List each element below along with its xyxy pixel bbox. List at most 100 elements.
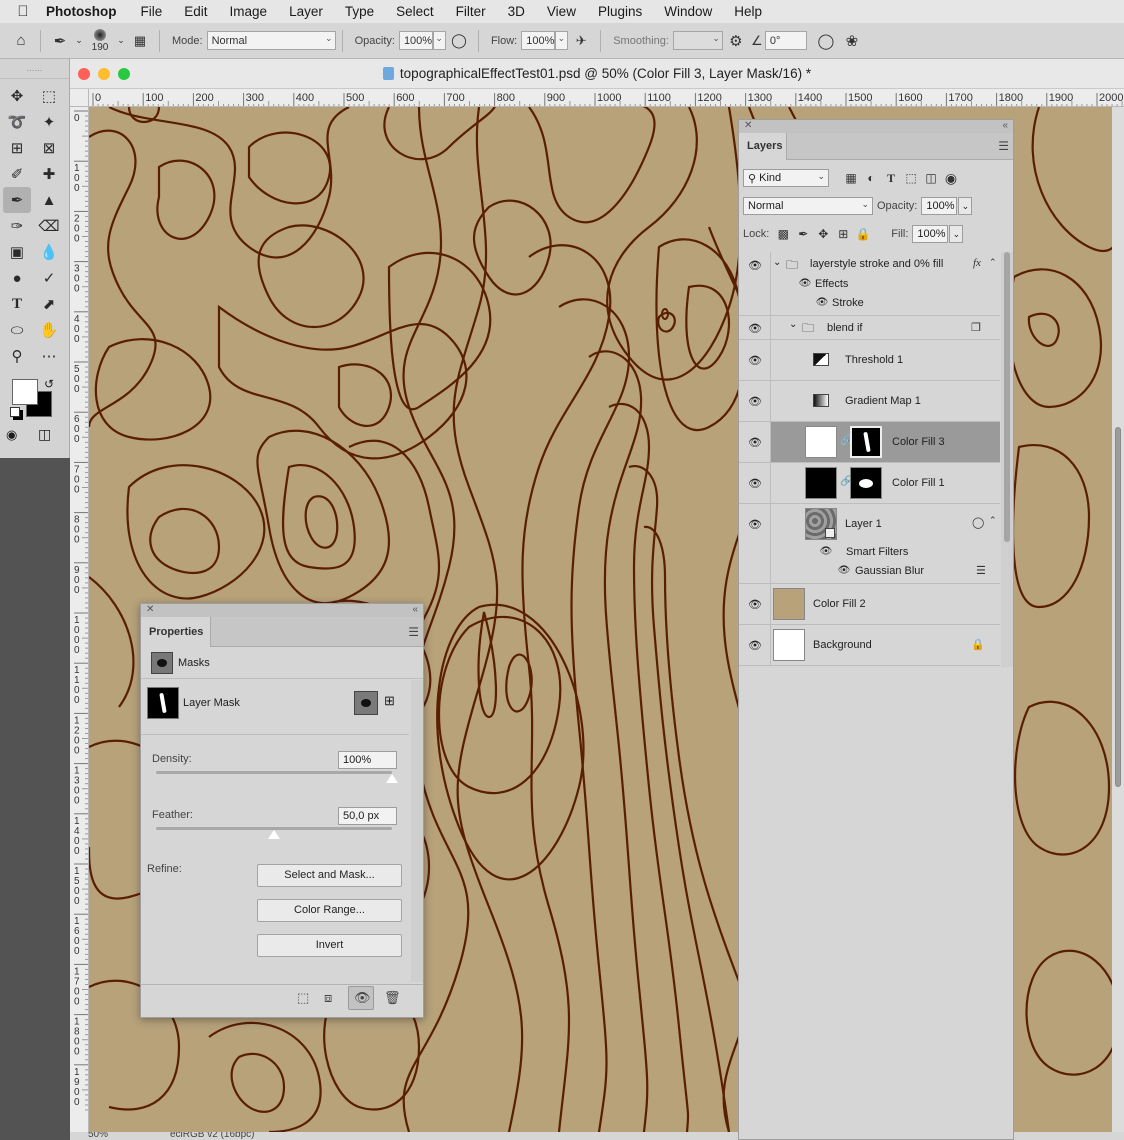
menu-3d[interactable]: 3D (508, 4, 525, 19)
scrollbar-thumb[interactable] (1004, 252, 1010, 542)
properties-scrollbar[interactable] (411, 680, 423, 982)
home-icon[interactable]: ⌂ (8, 28, 34, 54)
close-panel-icon[interactable]: ✕ (744, 120, 752, 131)
feather-slider-knob[interactable] (268, 830, 280, 839)
swap-colors-icon[interactable]: ↺ (44, 377, 54, 391)
default-colors-icon[interactable] (10, 407, 20, 417)
lock-pixels-icon[interactable]: ✒ (793, 225, 813, 243)
eraser-tool-icon[interactable]: ⌫ (35, 213, 63, 239)
eye-icon[interactable]: 👁 (837, 565, 851, 576)
smart-object-thumbnail[interactable] (805, 508, 837, 540)
background-thumbnail[interactable] (773, 629, 805, 661)
canvas-vertical-scrollbar[interactable] (1112, 107, 1124, 1132)
pressure-opacity-icon[interactable]: ◯ (446, 28, 472, 54)
pen-tool-icon[interactable]: ✓ (35, 265, 63, 291)
minimize-window-button[interactable] (98, 68, 110, 80)
close-panel-icon[interactable]: ✕ (146, 604, 154, 615)
select-and-mask-button[interactable]: Select and Mask... (257, 864, 402, 887)
layer-opacity-input[interactable]: 100% (921, 197, 958, 215)
ellipse-tool-icon[interactable]: ⬭ (3, 317, 31, 343)
menu-filter[interactable]: Filter (456, 4, 486, 19)
blend-mode-select[interactable]: Normal ⌄ (743, 197, 873, 215)
menu-edit[interactable]: Edit (184, 4, 207, 19)
chevron-down-icon[interactable]: ⌄ (73, 28, 85, 54)
fill-thumbnail[interactable] (805, 426, 837, 458)
filter-shape-icon[interactable]: ⬚ (901, 169, 921, 187)
collapse-panel-icon[interactable]: « (1002, 120, 1008, 131)
feather-input[interactable]: 50,0 px (338, 807, 397, 825)
frame-tool-icon[interactable]: ⊠ (35, 135, 63, 161)
eye-icon[interactable]: 👁 (748, 395, 762, 408)
eye-icon[interactable]: 👁 (819, 546, 833, 557)
layer-row[interactable]: 👁 Gradient Map 1 (739, 381, 1000, 422)
menu-window[interactable]: Window (664, 4, 712, 19)
eye-icon[interactable]: 👁 (748, 322, 762, 335)
layer-row[interactable]: 👁 Background 🔒 (739, 625, 1000, 666)
filter-smart-object-icon[interactable]: ◫ (921, 169, 941, 187)
density-slider[interactable] (156, 771, 392, 774)
healing-brush-tool-icon[interactable]: ✚ (35, 161, 63, 187)
dodge-tool-icon[interactable]: ● (3, 265, 31, 291)
eye-icon[interactable]: 👁 (748, 639, 762, 652)
symmetry-icon[interactable]: ❀ (839, 28, 865, 54)
lock-icon[interactable]: 🔒 (971, 638, 985, 651)
pixel-mask-button[interactable] (354, 691, 378, 715)
smoothing-input[interactable]: ⌄ (672, 31, 723, 50)
menu-app[interactable]: Photoshop (46, 4, 117, 19)
layer-row[interactable]: 👁 Layer 1 ◯ ⌃ 👁 Smart Filters 👁 Gaussian… (739, 504, 1000, 584)
eye-icon[interactable]: 👁 (748, 598, 762, 611)
zoom-tool-icon[interactable]: ⚲ (3, 343, 31, 369)
layer-row[interactable]: 👁 Threshold 1 (739, 340, 1000, 381)
close-window-button[interactable] (78, 68, 90, 80)
menu-image[interactable]: Image (230, 4, 268, 19)
menu-view[interactable]: View (547, 4, 576, 19)
blur-tool-icon[interactable]: 💧 (35, 239, 63, 265)
density-input[interactable]: 100% (338, 751, 397, 769)
invert-button[interactable]: Invert (257, 934, 402, 957)
mode-select[interactable]: Normal ⌄ (206, 31, 336, 50)
vertical-ruler[interactable]: 0100200300400500600700800900100011001200… (70, 89, 89, 1140)
layer-row[interactable]: 👁 Color Fill 2 (739, 584, 1000, 625)
collapse-panel-icon[interactable]: « (412, 604, 418, 615)
more-tools-icon[interactable]: ⋯ (35, 343, 63, 369)
chevron-up-icon[interactable]: ⌃ (989, 515, 997, 526)
menu-file[interactable]: File (141, 4, 163, 19)
zoom-window-button[interactable] (118, 68, 130, 80)
fill-thumbnail[interactable] (773, 588, 805, 620)
filter-adjustment-icon[interactable]: ◐ (861, 169, 881, 187)
eye-icon[interactable]: 👁 (748, 354, 762, 367)
type-tool-icon[interactable]: T (3, 291, 31, 317)
airbrush-icon[interactable]: ✈ (568, 28, 594, 54)
brush-tool-icon[interactable]: ✒ (3, 187, 31, 213)
foreground-color-swatch[interactable] (12, 379, 38, 405)
eyedropper-tool-icon[interactable]: ✐ (3, 161, 31, 187)
eye-icon[interactable]: 👁 (815, 297, 829, 308)
lock-position-icon[interactable]: ✥ (813, 225, 833, 243)
tab-layers[interactable]: Layers (739, 133, 787, 160)
flow-input[interactable]: 100% (521, 31, 556, 50)
menu-plugins[interactable]: Plugins (598, 4, 642, 19)
eye-icon[interactable]: 👁 (748, 477, 762, 490)
tab-properties[interactable]: Properties (141, 617, 211, 647)
eye-icon[interactable]: 👁 (748, 436, 762, 449)
layer-fill-input[interactable]: 100% (912, 225, 949, 243)
toolbar-grip[interactable]: …… (0, 59, 69, 79)
lock-transparent-icon[interactable]: ▩ (773, 225, 793, 243)
angle-input[interactable]: 0° (764, 31, 807, 50)
filter-type-icon[interactable]: T (881, 169, 901, 187)
brush-tool-icon[interactable]: ✒ (47, 28, 73, 54)
mask-thumbnail[interactable] (147, 687, 179, 719)
lock-artboard-icon[interactable]: ⊞ (833, 225, 853, 243)
eye-icon[interactable]: 👁 (748, 259, 762, 272)
layer-row-selected[interactable]: 👁 🔗 Color Fill 3 (739, 422, 1000, 463)
opacity-dropdown[interactable]: ⌄ (432, 31, 446, 50)
color-range-button[interactable]: Color Range... (257, 899, 402, 922)
fill-thumbnail[interactable] (805, 467, 837, 499)
move-tool-icon[interactable]: ✥ (3, 83, 31, 109)
apply-mask-icon[interactable]: ⧈ (324, 990, 332, 1006)
opacity-input[interactable]: 100% (398, 31, 433, 50)
panel-menu-icon[interactable]: ☰ (998, 139, 1009, 153)
panel-menu-icon[interactable]: ☰ (408, 625, 419, 639)
crop-tool-icon[interactable]: ⊞ (3, 135, 31, 161)
menu-layer[interactable]: Layer (289, 4, 323, 19)
